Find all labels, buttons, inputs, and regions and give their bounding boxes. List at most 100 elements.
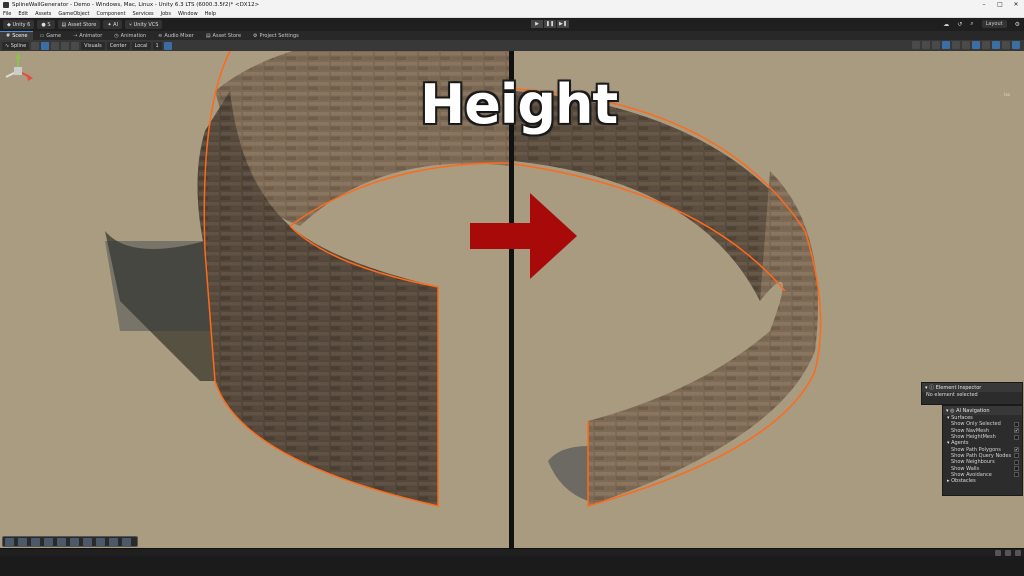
tab-project-settings[interactable]: ⚙ Project Settings	[247, 31, 305, 40]
lighting-toggle-icon[interactable]	[952, 41, 960, 49]
ai-navigation-header[interactable]: ▾ ◎ AI Navigation	[943, 406, 1022, 415]
scene-tab-icon: #	[6, 33, 11, 39]
rotate-tool-icon[interactable]	[51, 41, 60, 50]
close-button[interactable]: ✕	[1008, 0, 1024, 10]
ai-navigation-title: AI Navigation	[956, 407, 990, 414]
search-icon[interactable]: ⌕	[970, 20, 973, 28]
shading-solid-icon[interactable]	[932, 41, 940, 49]
rect-tool-icon[interactable]	[71, 41, 80, 50]
cloud-icon[interactable]: ☁	[943, 21, 949, 28]
window-titlebar: SplineWallGenerator - Demo - Windows, Ma…	[0, 0, 1024, 10]
effects-toggle-icon[interactable]	[972, 41, 980, 49]
vcs-button[interactable]: ⑂ Unity VCS	[125, 20, 163, 29]
spline-tool-overlay	[2, 536, 138, 547]
orientation-gizmo-icon[interactable]	[0, 51, 36, 91]
tab-animator[interactable]: ⇢ Animator	[67, 31, 108, 40]
tangent-mode-icon[interactable]	[44, 537, 53, 546]
checkbox[interactable]	[1014, 459, 1019, 465]
tab-scene[interactable]: # Scene	[0, 31, 34, 40]
menu-jobs[interactable]: Jobs	[161, 11, 171, 17]
menu-help[interactable]: Help	[205, 11, 216, 17]
audio-toggle-icon[interactable]	[962, 41, 970, 49]
maximize-button[interactable]: □	[992, 0, 1008, 10]
reverse-spline-icon[interactable]	[70, 537, 79, 546]
audio-mixer-tab-icon: ≋	[158, 32, 163, 39]
tool-context-dropdown[interactable]: ∿ Spline	[2, 41, 30, 50]
checkbox[interactable]	[1014, 434, 1019, 440]
hidden-objects-icon[interactable]	[982, 41, 990, 49]
shading-shaded-icon[interactable]	[942, 41, 950, 49]
frame-selection-icon[interactable]	[122, 537, 131, 546]
pause-button[interactable]: ❚❚	[544, 20, 556, 28]
step-button[interactable]: ▶❚	[557, 20, 569, 28]
window-controls: – □ ✕	[976, 0, 1024, 10]
menu-window[interactable]: Window	[178, 11, 198, 17]
hand-tool-icon[interactable]	[31, 41, 40, 50]
menu-assets[interactable]: Assets	[35, 11, 51, 17]
toggle-label: Show Avoidance	[951, 471, 992, 478]
play-button[interactable]: ▶	[531, 20, 543, 28]
menu-file[interactable]: File	[3, 11, 11, 17]
snap-increment-field[interactable]: 1	[152, 41, 162, 50]
scene-viewport[interactable]: Height Iso ▾ ⓘ Element Inspector No elem…	[0, 51, 1024, 548]
ai-button[interactable]: ✦ AI	[103, 20, 122, 29]
select-all-icon[interactable]	[109, 537, 118, 546]
menu-gameobject[interactable]: GameObject	[58, 11, 89, 17]
menu-bar: File Edit Assets GameObject Component Se…	[0, 10, 1024, 18]
account-dropdown[interactable]: ● S	[37, 20, 55, 29]
gizmos-dropdown-icon[interactable]	[1012, 41, 1020, 49]
tab-asset-store[interactable]: ▤ Asset Store	[200, 31, 247, 40]
tab-audio-mixer[interactable]: ≋ Audio Mixer	[152, 31, 200, 40]
add-knot-icon[interactable]	[18, 537, 27, 546]
settings-gear-icon[interactable]: ⚙	[1015, 21, 1020, 28]
checkbox[interactable]	[1014, 421, 1019, 427]
project-settings-tab-icon: ⚙	[253, 32, 258, 39]
move-tool-icon[interactable]	[41, 41, 50, 50]
toggle-label: Show Walls	[951, 465, 980, 472]
visuals-dropdown[interactable]: Visuals	[81, 41, 105, 50]
vcs-label: Unity VCS	[133, 21, 159, 28]
account-label: S	[47, 21, 51, 28]
gizmos-toggle-icon[interactable]	[1002, 41, 1010, 49]
join-knots-icon[interactable]	[83, 537, 92, 546]
checkbox[interactable]	[1014, 472, 1019, 478]
menu-component[interactable]: Component	[97, 11, 126, 17]
link-knots-icon[interactable]	[31, 537, 40, 546]
asset-store-button[interactable]: ▤ Asset Store	[57, 20, 101, 29]
game-tab-icon: ▭	[39, 32, 45, 39]
unity-account-button[interactable]: ◆ Unity 6	[3, 20, 35, 29]
camera-settings-icon[interactable]	[992, 41, 1000, 49]
menu-edit[interactable]: Edit	[18, 11, 28, 17]
checkbox-checked[interactable]: ✔	[1014, 447, 1019, 453]
checkbox[interactable]	[1014, 466, 1019, 472]
animation-tab-icon: ◷	[114, 32, 119, 39]
tab-game[interactable]: ▭ Game	[33, 31, 67, 40]
tab-scene-label: Scene	[12, 33, 28, 39]
menu-services[interactable]: Services	[133, 11, 154, 17]
section-label: Agents	[951, 440, 969, 447]
checkbox-checked[interactable]: ✔	[1014, 428, 1019, 434]
section-label: Surfaces	[951, 415, 973, 422]
tab-project-settings-label: Project Settings	[259, 32, 299, 39]
element-inspector-header[interactable]: ▾ ⓘ Element Inspector	[922, 383, 1022, 392]
toolbar-right: ☁ ↺ ⌕ Layout ⚙	[935, 20, 1020, 28]
mirror-tangent-icon[interactable]	[57, 537, 66, 546]
shading-wireframe-icon[interactable]	[922, 41, 930, 49]
scale-tool-icon[interactable]	[61, 41, 70, 50]
draw-spline-icon[interactable]	[5, 537, 14, 546]
layout-dropdown[interactable]: Layout	[981, 20, 1007, 28]
section-label: Obstacles	[951, 478, 976, 485]
checkbox[interactable]	[1014, 453, 1019, 459]
history-icon[interactable]: ↺	[957, 21, 962, 28]
pivot-center-dropdown[interactable]: Center	[106, 41, 130, 50]
scene-view-options	[910, 41, 1020, 49]
draw-mode-icon[interactable]	[912, 41, 920, 49]
grid-snap-icon[interactable]	[163, 41, 172, 50]
section-obstacles[interactable]: ▸ Obstacles	[943, 478, 1022, 484]
tab-game-label: Game	[46, 32, 62, 39]
toggle-label: Show Path Query Nodes	[951, 452, 1012, 459]
pivot-local-dropdown[interactable]: Local	[131, 41, 151, 50]
split-knot-icon[interactable]	[96, 537, 105, 546]
minimize-button[interactable]: –	[976, 0, 992, 10]
tab-animation[interactable]: ◷ Animation	[108, 31, 152, 40]
